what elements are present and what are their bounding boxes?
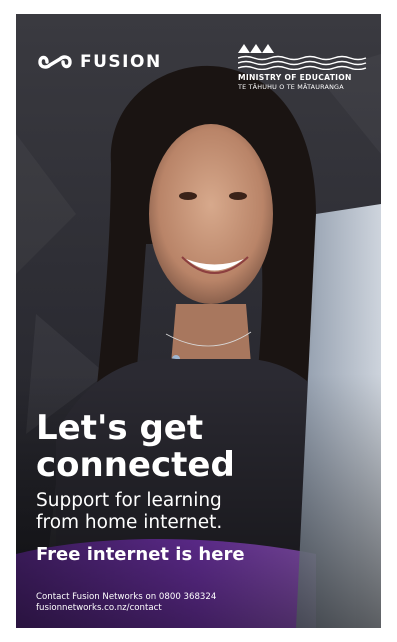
ministry-maori-name: TE TĀHUHU O TE MĀTAURANGA	[238, 83, 344, 91]
headline-line-1: Let's get	[36, 408, 204, 448]
poster: FUSION MINISTRY OF EDUCATION TE TĀHUHU O…	[16, 14, 381, 628]
ministry-logo: MINISTRY OF EDUCATION TE TĀHUHU O TE MĀT…	[238, 44, 370, 91]
headline-line-2: connected	[36, 445, 235, 485]
headline: Let's get connected	[36, 410, 235, 484]
fusion-logo: FUSION	[38, 52, 162, 72]
contact-phone: Contact Fusion Networks on 0800 368324	[36, 592, 217, 602]
subtitle-line-1: Support for learning	[36, 490, 222, 511]
tagline: Free internet is here	[36, 544, 245, 565]
background-photo	[16, 14, 381, 628]
contact-info: Contact Fusion Networks on 0800 368324 f…	[36, 592, 216, 614]
fusion-wordmark: FUSION	[80, 52, 162, 72]
subtitle: Support for learning from home internet.	[36, 490, 222, 534]
subtitle-line-2: from home internet.	[36, 512, 223, 533]
ministry-mountains-icon	[238, 44, 367, 70]
infinity-logo-icon	[38, 55, 72, 69]
ministry-name: MINISTRY OF EDUCATION	[238, 73, 352, 82]
contact-url[interactable]: fusionnetworks.co.nz/contact	[36, 603, 216, 614]
